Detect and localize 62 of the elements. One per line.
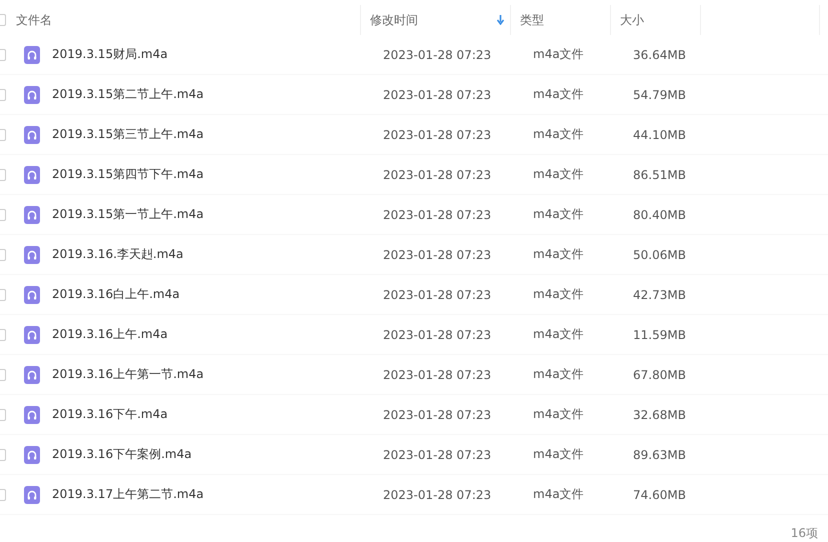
modified-time: 2023-01-28 07:23	[383, 248, 492, 262]
file-name[interactable]: 2019.3.16.李天赳.m4a	[52, 246, 383, 263]
file-name[interactable]: 2019.3.15第一节上午.m4a	[52, 206, 383, 223]
audio-file-icon	[24, 486, 40, 504]
modified-time: 2023-01-28 07:23	[383, 128, 492, 142]
file-size: 50.06MB	[633, 248, 687, 262]
file-size: 80.40MB	[633, 208, 687, 222]
modified-time: 2023-01-28 07:23	[383, 448, 492, 462]
file-size: 36.64MB	[633, 48, 687, 62]
file-type: m4a文件	[533, 86, 585, 103]
audio-file-icon	[24, 406, 40, 424]
audio-file-icon	[24, 286, 40, 304]
file-type: m4a文件	[533, 326, 585, 343]
audio-file-icon	[24, 366, 40, 384]
file-name[interactable]: 2019.3.15财局.m4a	[52, 46, 383, 63]
file-size: 42.73MB	[633, 288, 687, 302]
file-type: m4a文件	[533, 486, 585, 503]
file-type: m4a文件	[533, 406, 585, 423]
modified-time: 2023-01-28 07:23	[383, 408, 492, 422]
audio-file-icon	[24, 206, 40, 224]
file-type: m4a文件	[533, 126, 585, 143]
audio-file-icon	[24, 446, 40, 464]
file-name[interactable]: 2019.3.17上午第二节.m4a	[52, 486, 383, 503]
modified-time: 2023-01-28 07:23	[383, 208, 492, 222]
file-name[interactable]: 2019.3.15第三节上午.m4a	[52, 126, 383, 143]
file-name[interactable]: 2019.3.16下午.m4a	[52, 406, 383, 423]
file-size: 44.10MB	[633, 128, 687, 142]
sort-down-icon	[497, 15, 504, 25]
file-name[interactable]: 2019.3.15第二节上午.m4a	[52, 86, 383, 103]
file-size: 74.60MB	[633, 488, 687, 502]
file-type: m4a文件	[533, 246, 585, 263]
file-name[interactable]: 2019.3.16上午第一节.m4a	[52, 366, 383, 383]
audio-file-icon	[24, 246, 40, 264]
file-type: m4a文件	[533, 446, 585, 463]
file-size: 67.80MB	[633, 368, 687, 382]
modified-time: 2023-01-28 07:23	[383, 88, 492, 102]
file-size: 89.63MB	[633, 448, 687, 462]
file-size: 32.68MB	[633, 408, 687, 422]
file-size: 11.59MB	[633, 328, 687, 342]
modified-time: 2023-01-28 07:23	[383, 168, 492, 182]
file-name[interactable]: 2019.3.15第四节下午.m4a	[52, 166, 383, 183]
modified-time: 2023-01-28 07:23	[383, 328, 492, 342]
file-type: m4a文件	[533, 46, 585, 63]
audio-file-icon	[24, 126, 40, 144]
file-size: 86.51MB	[633, 168, 687, 182]
file-type: m4a文件	[533, 166, 585, 183]
modified-time: 2023-01-28 07:23	[383, 488, 492, 502]
modified-time: 2023-01-28 07:23	[383, 368, 492, 382]
file-name[interactable]: 2019.3.16上午.m4a	[52, 326, 383, 343]
file-type: m4a文件	[533, 286, 585, 303]
modified-time: 2023-01-28 07:23	[383, 288, 492, 302]
audio-file-icon	[24, 86, 40, 104]
audio-file-icon	[24, 166, 40, 184]
file-name[interactable]: 2019.3.16下午案例.m4a	[52, 446, 383, 463]
modified-time: 2023-01-28 07:23	[383, 48, 492, 62]
file-type: m4a文件	[533, 206, 585, 223]
audio-file-icon	[24, 46, 40, 64]
file-size: 54.79MB	[633, 88, 687, 102]
audio-file-icon	[24, 326, 40, 344]
item-count: 16项	[790, 525, 818, 542]
file-type: m4a文件	[533, 366, 585, 383]
file-name[interactable]: 2019.3.16白上午.m4a	[52, 286, 383, 303]
